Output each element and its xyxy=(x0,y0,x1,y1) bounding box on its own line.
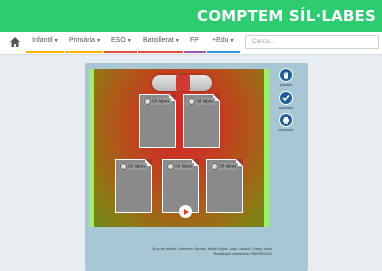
card-label-text: Síl·labes xyxy=(128,163,146,169)
card-label: Síl·labes xyxy=(166,163,194,170)
credits: Grup de treball: Domènec Garrido, Maria … xyxy=(150,247,272,257)
nav-color-bar xyxy=(65,51,103,53)
radio-icon xyxy=(211,163,218,170)
card-label-text: Síl·labes xyxy=(196,98,214,104)
nav-item-label: Infantil xyxy=(32,37,53,44)
card-label: Síl·labes xyxy=(210,163,238,170)
syllable-card[interactable]: Síl·labes xyxy=(162,159,199,213)
nav-color-bar xyxy=(207,51,240,53)
radio-icon xyxy=(167,163,174,170)
nav-item-batxillerat[interactable]: Batxillerat▼ xyxy=(143,37,180,44)
evaluation-caption: avaluació xyxy=(278,106,294,110)
card-label: Síl·labes xyxy=(119,163,147,170)
nav-item-edu[interactable]: +Edu▼ xyxy=(212,37,235,44)
nav-item-label: FP xyxy=(190,37,199,44)
evaluation-button[interactable]: avaluació xyxy=(277,91,295,110)
nav-color-bar xyxy=(26,51,64,53)
activity-title-graphic xyxy=(152,75,212,91)
chevron-down-icon: ▼ xyxy=(174,38,180,44)
syllable-card[interactable]: Síl·labes xyxy=(139,94,176,148)
radio-icon xyxy=(144,98,151,105)
printer-icon xyxy=(279,113,293,127)
card-label-text: Síl·labes xyxy=(175,163,193,169)
syllable-card[interactable]: Síl·labes xyxy=(206,159,243,213)
card-label: Síl·labes xyxy=(187,98,215,105)
nav-item-infantil[interactable]: Infantil▼ xyxy=(32,37,59,44)
activity-canvas: Síl·labes Síl·labes Síl·labes Síl·labes … xyxy=(89,69,269,227)
nav-item-eso[interactable]: ESO▼ xyxy=(111,37,132,44)
practice-button[interactable]: practica xyxy=(277,68,295,87)
main-nav: Infantil▼ Primària▼ ESO▼ Batxillerat▼ FP… xyxy=(0,32,382,55)
search-placeholder: Cerca... xyxy=(252,38,275,45)
site-title[interactable]: COMPTEM SÍL·LABES xyxy=(197,7,376,25)
card-label-text: Síl·labes xyxy=(219,163,237,169)
nav-item-fp[interactable]: FP xyxy=(190,37,199,44)
nav-item-label: ESO xyxy=(111,37,126,44)
nav-item-label: Batxillerat xyxy=(143,37,174,44)
syllable-card[interactable]: Síl·labes xyxy=(115,159,152,213)
radio-icon xyxy=(188,98,195,105)
nav-color-bar xyxy=(138,51,183,53)
nav-item-primaria[interactable]: Primària▼ xyxy=(69,37,101,44)
card-label: Síl·labes xyxy=(143,98,171,105)
site-header: COMPTEM SÍL·LABES xyxy=(0,0,382,32)
print-caption: imprimeix xyxy=(278,128,294,132)
nav-color-bar xyxy=(104,51,137,53)
chevron-down-icon: ▼ xyxy=(229,38,235,44)
chevron-down-icon: ▼ xyxy=(96,38,102,44)
hand-icon xyxy=(279,68,293,82)
nav-item-label: Primària xyxy=(69,37,96,44)
home-icon[interactable] xyxy=(9,36,21,48)
search-input[interactable]: Cerca... xyxy=(245,35,379,49)
practice-caption: practica xyxy=(279,83,293,87)
chevron-down-icon: ▼ xyxy=(126,38,132,44)
nav-color-bar xyxy=(184,51,206,53)
syllable-card[interactable]: Síl·labes xyxy=(183,94,220,148)
play-button[interactable] xyxy=(179,205,192,218)
credits-interactive: Realització interactiva: PAVERDOLS xyxy=(213,252,272,256)
print-button[interactable]: imprimeix xyxy=(277,113,295,132)
card-label-text: Síl·labes xyxy=(152,98,170,104)
checkmark-icon xyxy=(279,91,293,105)
radio-icon xyxy=(120,163,127,170)
nav-item-label: +Edu xyxy=(212,37,229,44)
chevron-down-icon: ▼ xyxy=(53,38,59,44)
